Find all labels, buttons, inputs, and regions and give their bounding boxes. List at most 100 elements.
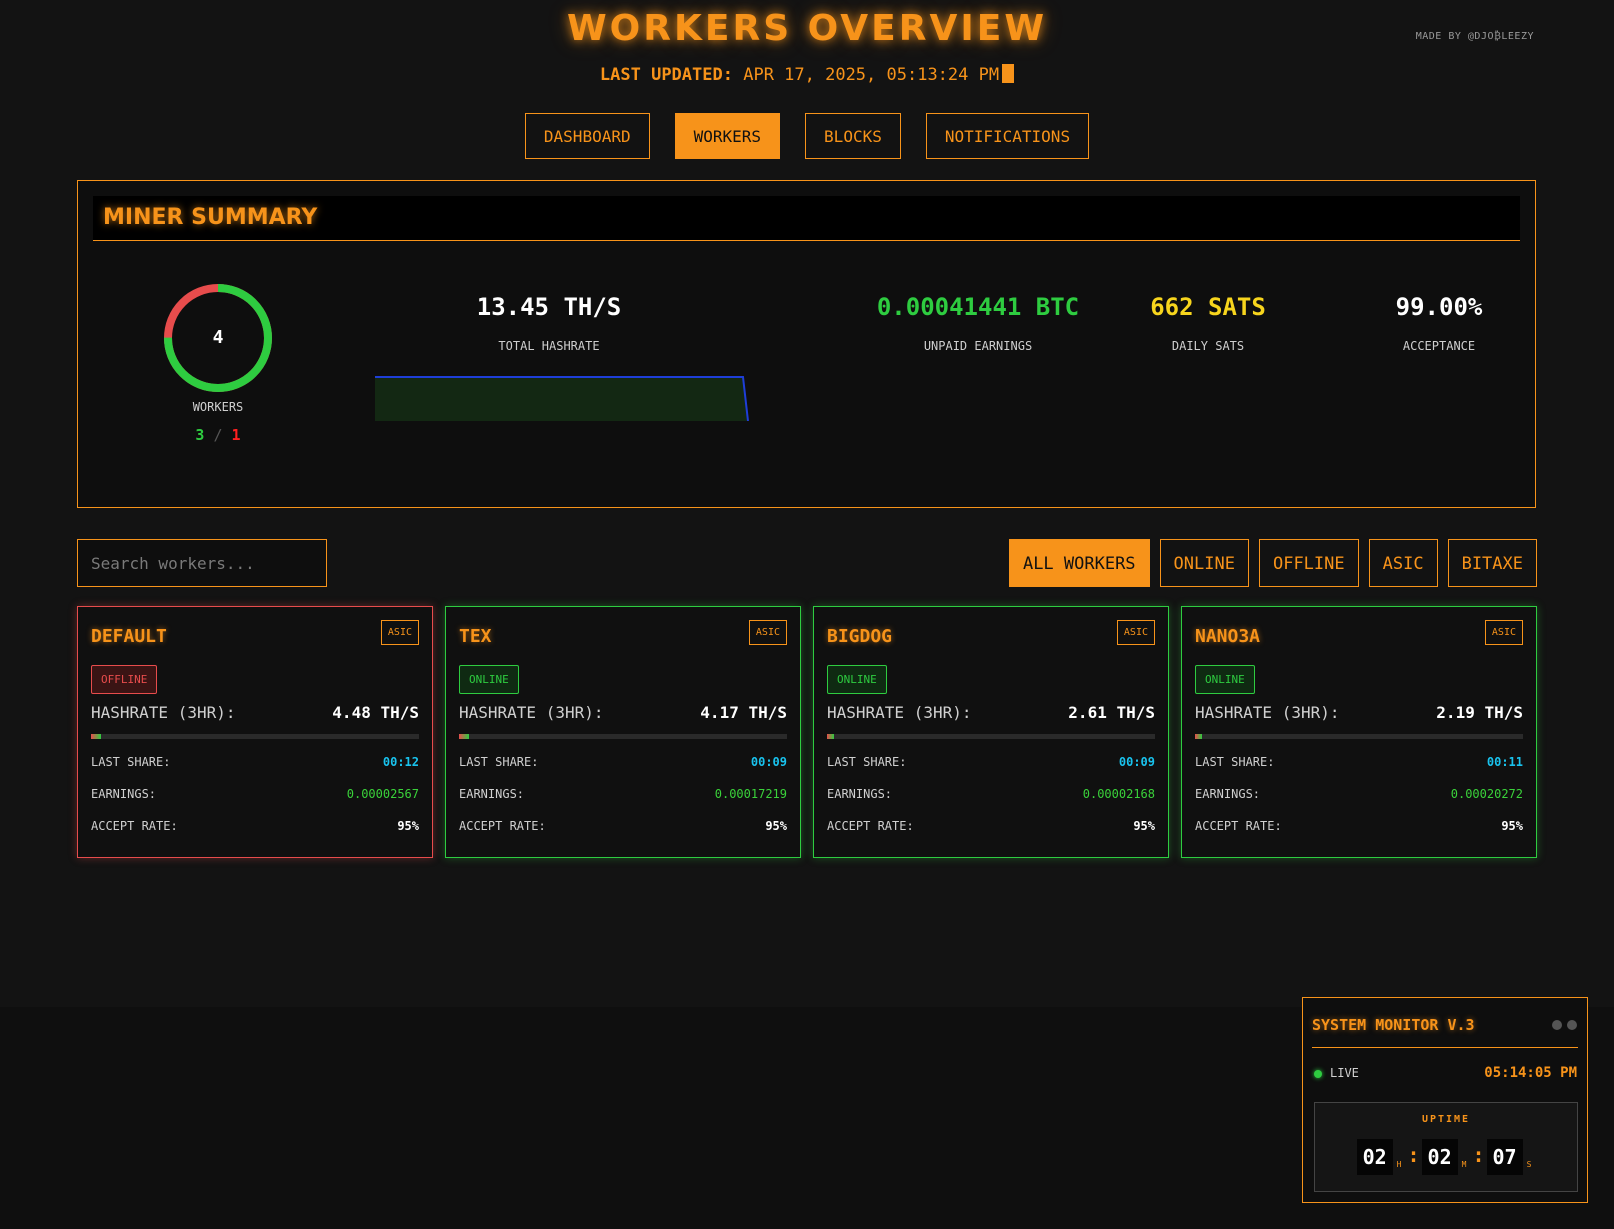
last-share-value: 00:09 [1118,755,1155,769]
worker-type-badge: ASIC [748,620,787,645]
page-title: WORKERS OVERVIEW [566,8,1048,49]
filter-all-workers-button[interactable]: ALL WORKERS [1008,539,1150,587]
earnings-row: EARNINGS: 0.00002168 [827,787,1155,801]
unpaid-earnings-label: UNPAID EARNINGS [923,339,1033,353]
daily-sats-label: DAILY SATS [1171,339,1245,353]
hashrate-label: HASHRATE (3HR): [91,703,236,722]
worker-status-badge: ONLINE [1195,665,1255,694]
filter-bitaxe-button[interactable]: BITAXE [1447,539,1537,587]
accept-rate-value: 95% [1501,819,1523,833]
worker-type-badge: ASIC [1116,620,1155,645]
worker-name: BIGDOG [827,626,893,647]
last-share-label: LAST SHARE: [827,755,907,769]
last-share-row: LAST SHARE: 00:09 [459,755,787,769]
earnings-row: EARNINGS: 0.00002567 [91,787,419,801]
filter-online-button[interactable]: ONLINE [1159,539,1249,587]
accept-rate-value: 95% [1133,819,1155,833]
acceptance-value: 99.00% [1395,293,1483,321]
hashrate-value: 2.61 TH/S [1068,703,1155,722]
accept-rate-value: 95% [397,819,419,833]
accept-rate-value: 95% [765,819,787,833]
workers-online-offline: 3 / 1 [161,426,275,444]
earnings-label: EARNINGS: [1195,787,1261,801]
miner-summary-panel: MINER SUMMARY 4 WORKERS 3 / 1 13.45 TH/S… [77,180,1536,508]
hashrate-bar-fill [459,734,469,739]
unpaid-earnings-value: 0.00041441 BTC [876,293,1080,321]
acceptance-stat: 99.00% ACCEPTANCE [1339,293,1539,353]
minutes-unit: M [1461,1160,1467,1169]
monitor-clock: 05:14:05 PM [1484,1065,1577,1081]
last-share-label: LAST SHARE: [459,755,539,769]
dot-icon[interactable] [1552,1020,1562,1030]
nav-blocks-button[interactable]: BLOCKS [805,113,901,159]
monitor-title: SYSTEM MONITOR V.3 [1312,1016,1475,1034]
uptime-hours: 02 [1356,1139,1393,1175]
daily-sats-value: 662 SATS [1150,293,1266,321]
last-share-label: LAST SHARE: [1195,755,1275,769]
worker-name: NANO3A [1195,626,1261,647]
worker-name: DEFAULT [91,626,167,647]
sparkline-area [375,377,748,421]
last-share-row: LAST SHARE: 00:11 [1195,755,1523,769]
live-label: LIVE [1330,1066,1359,1080]
worker-card-default[interactable]: DEFAULT ASIC OFFLINE HASHRATE (3HR): 4.4… [77,606,433,858]
worker-card-bigdog[interactable]: BIGDOG ASIC ONLINE HASHRATE (3HR): 2.61 … [813,606,1169,858]
nav-workers-button[interactable]: WORKERS [674,113,781,159]
accept-rate-row: ACCEPT RATE: 95% [91,819,419,833]
hashrate-label: HASHRATE (3HR): [1195,703,1340,722]
accept-rate-row: ACCEPT RATE: 95% [459,819,787,833]
hashrate-value: 2.19 TH/S [1436,703,1523,722]
filter-asic-button[interactable]: ASIC [1368,539,1438,587]
worker-type-badge: ASIC [380,620,419,645]
worker-filters: ALL WORKERS ONLINE OFFLINE ASIC BITAXE [1008,539,1537,587]
workers-offline-count: 1 [231,426,241,444]
hashrate-bar-fill [827,734,834,739]
hashrate-bar-fill [1195,734,1202,739]
accept-rate-row: ACCEPT RATE: 95% [1195,819,1523,833]
last-updated-value: APR 17, 2025, 05:13:24 PM [743,65,1000,85]
search-workers-input[interactable] [77,539,327,587]
nav-notifications-button[interactable]: NOTIFICATIONS [925,113,1090,159]
earnings-row: EARNINGS: 0.00020272 [1195,787,1523,801]
uptime-separator: : [1472,1143,1485,1167]
acceptance-label: ACCEPTANCE [1402,339,1476,353]
daily-sats-stat: 662 SATS DAILY SATS [1108,293,1308,353]
hashrate-bar [827,734,1155,739]
uptime-seconds: 07 [1486,1139,1523,1175]
last-share-row: LAST SHARE: 00:09 [827,755,1155,769]
monitor-divider [1312,1047,1578,1048]
hashrate-bar [459,734,787,739]
hashrate-value: 4.17 TH/S [700,703,787,722]
workers-label: WORKERS [192,400,244,414]
earnings-label: EARNINGS: [827,787,893,801]
system-monitor-widget[interactable]: SYSTEM MONITOR V.3 LIVE 05:14:05 PM UPTI… [1302,997,1588,1203]
uptime-digits: 02 H : 02 M : 07 S [1315,1139,1577,1175]
accept-rate-label: ACCEPT RATE: [91,819,178,833]
uptime-separator: : [1407,1143,1420,1167]
dot-icon[interactable] [1567,1020,1577,1030]
miner-summary-header: MINER SUMMARY [93,196,1520,241]
window-dots-icon[interactable] [1552,1020,1577,1030]
total-hashrate-stat: 13.45 TH/S TOTAL HASHRATE [389,293,709,353]
accept-rate-label: ACCEPT RATE: [1195,819,1282,833]
uptime-minutes: 02 [1421,1139,1458,1175]
total-hashrate-label: TOTAL HASHRATE [498,339,600,353]
hashrate-sparkline [375,376,749,421]
filter-offline-button[interactable]: OFFLINE [1258,539,1359,587]
earnings-row: EARNINGS: 0.00017219 [459,787,787,801]
worker-card-tex[interactable]: TEX ASIC ONLINE HASHRATE (3HR): 4.17 TH/… [445,606,801,858]
worker-type-badge: ASIC [1484,620,1523,645]
hashrate-bar-fill [91,734,101,739]
hashrate-value: 4.48 TH/S [332,703,419,722]
last-updated: LAST UPDATED: APR 17, 2025, 05:13:24 PM [0,64,1614,85]
hours-unit: H [1396,1160,1402,1169]
unpaid-earnings-stat: 0.00041441 BTC UNPAID EARNINGS [818,293,1138,353]
earnings-label: EARNINGS: [91,787,157,801]
made-by-credit: MADE BY @DJO₿LEEZY [1415,31,1534,42]
nav-dashboard-button[interactable]: DASHBOARD [524,113,650,159]
last-share-label: LAST SHARE: [91,755,171,769]
last-updated-label: LAST UPDATED: [599,65,733,85]
earnings-value: 0.00002567 [346,787,419,801]
worker-card-nano3a[interactable]: NANO3A ASIC ONLINE HASHRATE (3HR): 2.19 … [1181,606,1537,858]
workers-separator: / [213,426,223,444]
